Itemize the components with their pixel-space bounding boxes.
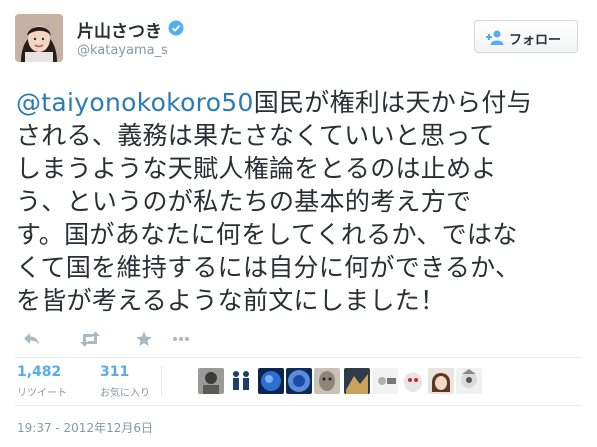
- avatar[interactable]: [258, 368, 284, 394]
- display-name[interactable]: 片山さつき: [77, 17, 162, 42]
- avatar[interactable]: [456, 368, 482, 394]
- retweet-icon[interactable]: [79, 330, 101, 350]
- retweet-count[interactable]: 1,482: [17, 364, 61, 380]
- avatar[interactable]: [286, 368, 312, 394]
- tweet-line: す。国があなたに何をしてくれるか、ではな: [16, 220, 518, 249]
- verified-badge-icon: [168, 20, 184, 36]
- divider: [161, 366, 162, 396]
- favorite-count-label: お気に入り: [100, 388, 150, 399]
- tweet-card: 片山さつき @katayama_s フォロー @taiyonokokoro50国…: [0, 0, 597, 447]
- divider: [15, 405, 582, 406]
- tweet-line: @taiyonokokoro50国民が権利は天から付与: [16, 86, 586, 119]
- tweet-line: くて国を維持するには自分に何ができるか、: [16, 253, 521, 282]
- avatar[interactable]: [428, 368, 454, 394]
- tweet-line: う、というのが私たちの基本的考え方で: [16, 187, 472, 216]
- mention-link[interactable]: @taiyonokokoro50: [16, 88, 254, 117]
- tweet-line: を皆が考えるような前文にしました！: [16, 286, 446, 315]
- timestamp[interactable]: 19:37 - 2012年12月6日: [17, 419, 153, 436]
- avatar[interactable]: [314, 368, 340, 394]
- more-dots-icon[interactable]: [171, 330, 193, 350]
- avatar[interactable]: [228, 368, 254, 394]
- star-icon[interactable]: [135, 330, 157, 350]
- tweet-line: しまうような天賦人権論をとるのは止めよ: [16, 154, 497, 183]
- screen-name[interactable]: @katayama_s: [77, 43, 168, 58]
- avatar[interactable]: [198, 368, 224, 394]
- avatar[interactable]: [344, 368, 370, 394]
- avatar[interactable]: [15, 14, 63, 62]
- reply-icon[interactable]: [22, 330, 44, 350]
- divider: [15, 357, 582, 358]
- tweet-line-text: 国民が権利は天から付与: [253, 88, 533, 117]
- person-add-icon: [485, 29, 505, 45]
- follow-button[interactable]: フォロー: [474, 20, 578, 53]
- tweet-text: @taiyonokokoro50国民が権利は天から付与 される、義務は果たさなく…: [16, 86, 586, 317]
- tweet-line: される、義務は果たさなくていいと思って: [16, 121, 495, 150]
- favorite-count[interactable]: 311: [100, 364, 129, 380]
- avatar[interactable]: [372, 368, 398, 394]
- follow-label: フォロー: [509, 33, 562, 48]
- retweet-count-label: リツイート: [17, 388, 67, 399]
- action-bar: [0, 330, 597, 354]
- avatar[interactable]: [400, 368, 426, 394]
